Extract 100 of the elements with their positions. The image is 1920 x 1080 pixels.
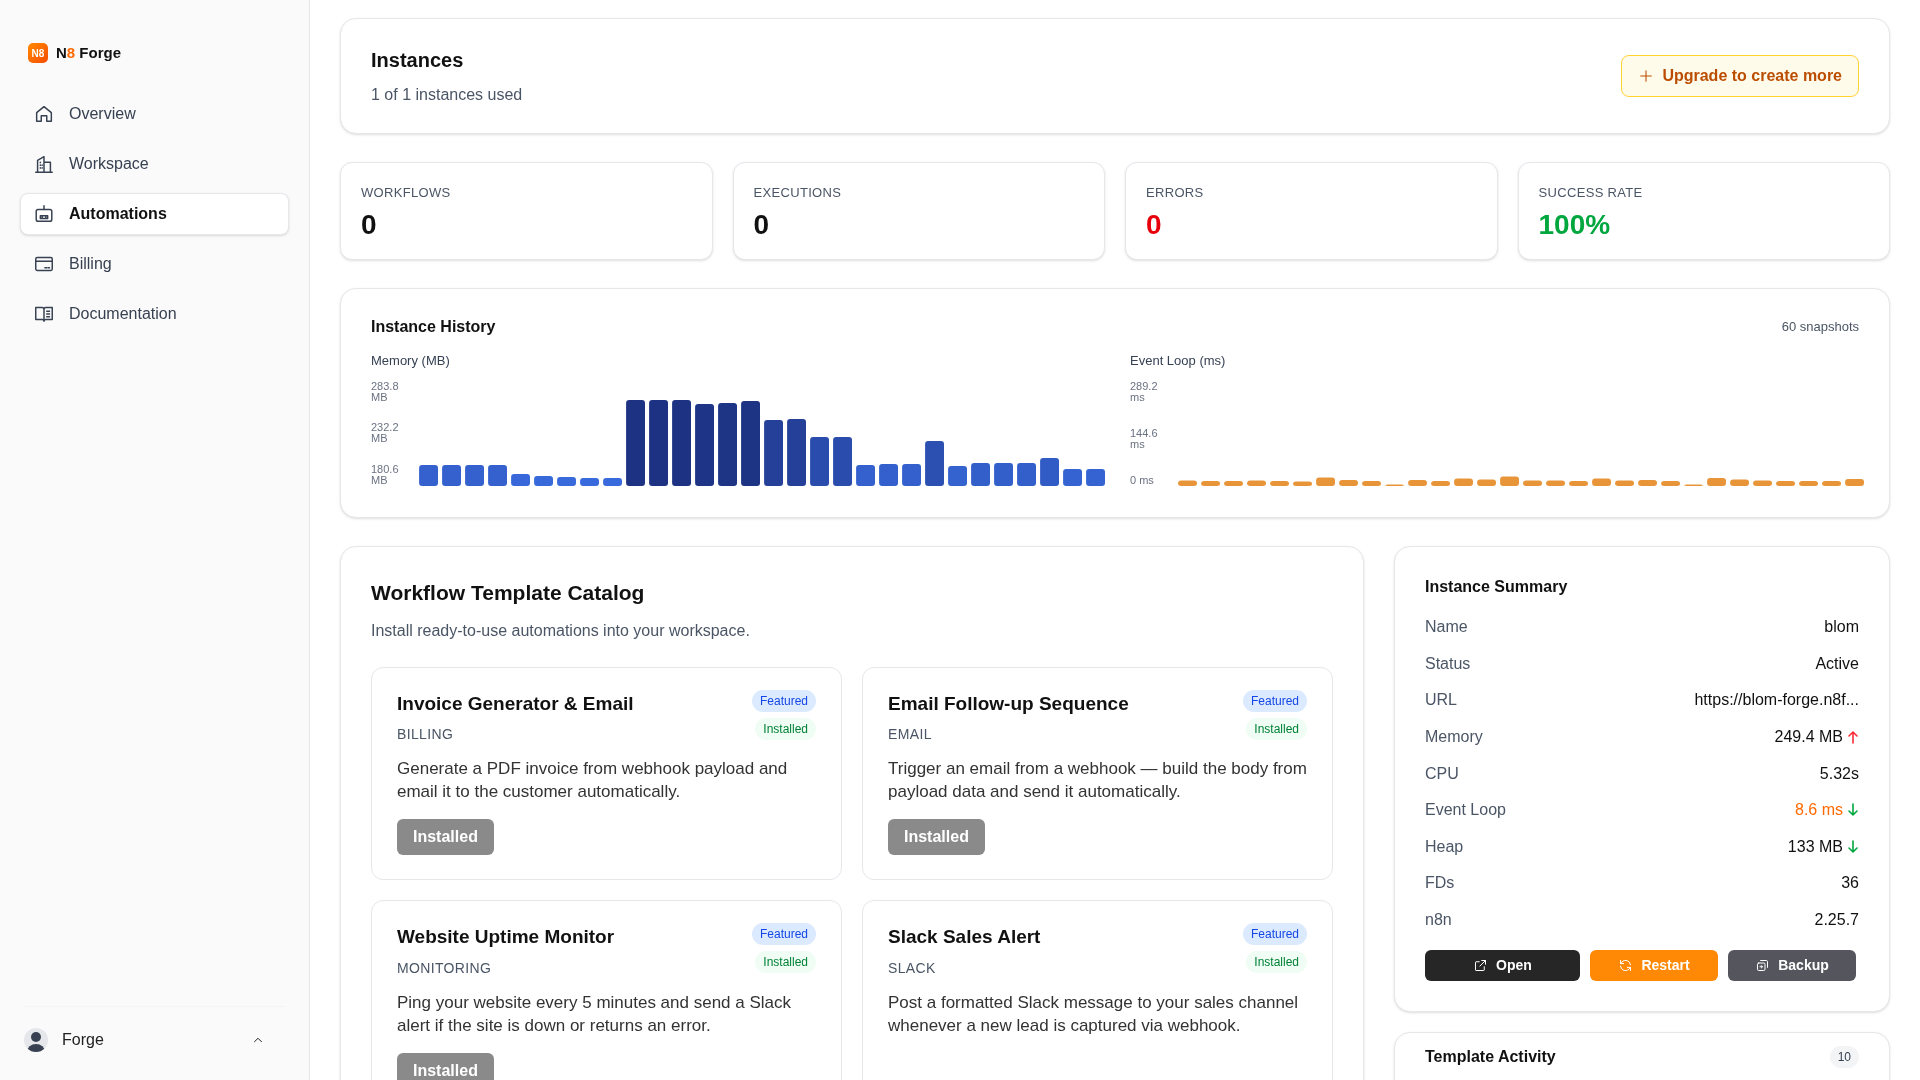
chart-bar bbox=[465, 464, 484, 486]
sidebar-item[interactable]: Billing bbox=[20, 242, 289, 285]
chart-bar bbox=[1408, 479, 1427, 486]
chart-bar bbox=[1477, 479, 1496, 486]
chart-bar bbox=[1201, 480, 1220, 486]
chart-bar bbox=[603, 477, 622, 486]
arrow-up-icon bbox=[1847, 730, 1859, 745]
chart-bar bbox=[488, 464, 507, 486]
external-link-icon bbox=[1473, 958, 1489, 974]
chart-bar bbox=[1293, 481, 1312, 486]
chart-bar bbox=[879, 463, 898, 486]
chart-title: Event Loop (ms) bbox=[1130, 352, 1227, 370]
card-title: Instance Summary bbox=[1425, 577, 1569, 597]
template-category: EMAIL bbox=[888, 725, 933, 744]
summary-value: 249.4 MB bbox=[1774, 727, 1843, 748]
axis-label: 232.2 MB bbox=[371, 422, 400, 444]
refresh-icon bbox=[1618, 958, 1634, 974]
chart-bar bbox=[1661, 480, 1680, 486]
featured-badge: Featured bbox=[751, 689, 816, 712]
summary-value: 133 MB bbox=[1787, 836, 1843, 857]
template-description: Trigger an email from a webhook — build the body from payload data and send it automatically. bbox=[888, 758, 1307, 803]
summary-label: Event Loop bbox=[1425, 800, 1506, 821]
summary-label: CPU bbox=[1425, 763, 1459, 784]
template-title: Website Uptime Monitor bbox=[397, 925, 615, 949]
chart-bar bbox=[1224, 480, 1243, 486]
chart-bar bbox=[1776, 480, 1795, 486]
stat-label: SUCCESS RATE bbox=[1538, 184, 1644, 202]
brand-name: N8 Forge bbox=[56, 43, 122, 63]
template-category: SLACK bbox=[888, 958, 937, 978]
status-badge: Installed bbox=[755, 951, 816, 973]
summary-label: Name bbox=[1425, 617, 1468, 638]
chart-bar bbox=[1500, 476, 1519, 486]
summary-label: FDs bbox=[1425, 873, 1455, 894]
chart-bar bbox=[1615, 480, 1634, 486]
chart-bar bbox=[810, 436, 829, 486]
summary-value: 5.32s bbox=[1819, 763, 1859, 784]
summary-value: blom bbox=[1824, 617, 1859, 638]
stat-label: ERRORS bbox=[1146, 184, 1205, 202]
chart-bar bbox=[971, 462, 990, 486]
sidebar-item[interactable]: Overview bbox=[20, 92, 289, 135]
card-title: Instance History bbox=[371, 317, 496, 337]
chart-bar bbox=[1017, 462, 1036, 486]
status-badge: Installed bbox=[755, 717, 816, 740]
chart-bar bbox=[925, 440, 944, 486]
chart-bar bbox=[994, 462, 1013, 486]
chart-bar bbox=[1730, 479, 1749, 486]
stat-value: 0 bbox=[753, 210, 771, 239]
user-name: Forge bbox=[62, 1029, 105, 1050]
summary-value: 36 bbox=[1841, 873, 1859, 894]
card-title: Workflow Template Catalog bbox=[371, 580, 646, 606]
usage-text: 1 of 1 instances used bbox=[371, 85, 523, 105]
chart-bar bbox=[1638, 479, 1657, 486]
chart-bar bbox=[787, 418, 806, 486]
status-badge: Installed bbox=[1246, 951, 1307, 973]
axis-label: 289.2 ms bbox=[1130, 380, 1159, 403]
summary-label: Memory bbox=[1425, 727, 1483, 748]
backup-icon bbox=[1755, 958, 1771, 974]
chart-bar bbox=[1546, 480, 1565, 486]
section-title: Instances bbox=[371, 48, 465, 73]
template-title: Email Follow-up Sequence bbox=[888, 691, 1129, 716]
template-description: Post a formatted Slack message to your sales channel whenever a new lead is captured via webhook. bbox=[888, 991, 1300, 1037]
template-category: BILLING bbox=[397, 725, 455, 744]
chart-bar bbox=[856, 464, 875, 486]
summary-label: URL bbox=[1425, 690, 1457, 711]
chart-bar bbox=[1845, 478, 1864, 486]
template-title: Slack Sales Alert bbox=[888, 925, 1041, 949]
stat-value: 100% bbox=[1538, 210, 1612, 239]
featured-badge: Featured bbox=[1242, 923, 1307, 945]
axis-label: 180.6 MB bbox=[371, 463, 400, 486]
chart-bar bbox=[511, 473, 530, 486]
chart-bar bbox=[1799, 480, 1818, 486]
chart-bar bbox=[902, 463, 921, 486]
upgrade-button[interactable]: Upgrade to create more bbox=[1621, 55, 1859, 97]
chart-bar bbox=[1454, 478, 1473, 486]
sidebar-item[interactable]: Documentation bbox=[20, 292, 289, 335]
card-title: Template Activity bbox=[1425, 1047, 1556, 1068]
card-subtitle: Install ready-to-use automations into your workspace. bbox=[371, 620, 751, 641]
chart-bar bbox=[1362, 480, 1381, 486]
action-button[interactable]: Backup bbox=[1728, 950, 1856, 982]
chart-bar bbox=[1316, 477, 1335, 486]
plus-icon bbox=[1638, 68, 1655, 84]
summary-value: Active bbox=[1815, 653, 1859, 674]
template-title: Invoice Generator & Email bbox=[397, 691, 634, 716]
chart-bar bbox=[1523, 480, 1542, 486]
chart-bar bbox=[1063, 468, 1082, 486]
chart-bar bbox=[948, 465, 967, 486]
chart-bar bbox=[534, 475, 553, 486]
chart-bar bbox=[1753, 480, 1772, 486]
sidebar-item[interactable]: Workspace bbox=[20, 142, 289, 185]
robot-icon bbox=[33, 202, 55, 225]
summary-label: Status bbox=[1425, 653, 1471, 674]
chart-bar bbox=[580, 477, 599, 486]
logo-icon: N8 bbox=[28, 43, 48, 64]
summary-label: n8n bbox=[1425, 910, 1452, 931]
arrow-down-icon bbox=[1847, 839, 1859, 854]
axis-label: 283.8 MB bbox=[371, 380, 400, 403]
stat-label: EXECUTIONS bbox=[753, 184, 843, 202]
action-button[interactable]: Open bbox=[1425, 950, 1580, 982]
sidebar-item[interactable]: Automations bbox=[20, 192, 289, 235]
chart-title: Memory (MB) bbox=[371, 352, 451, 370]
